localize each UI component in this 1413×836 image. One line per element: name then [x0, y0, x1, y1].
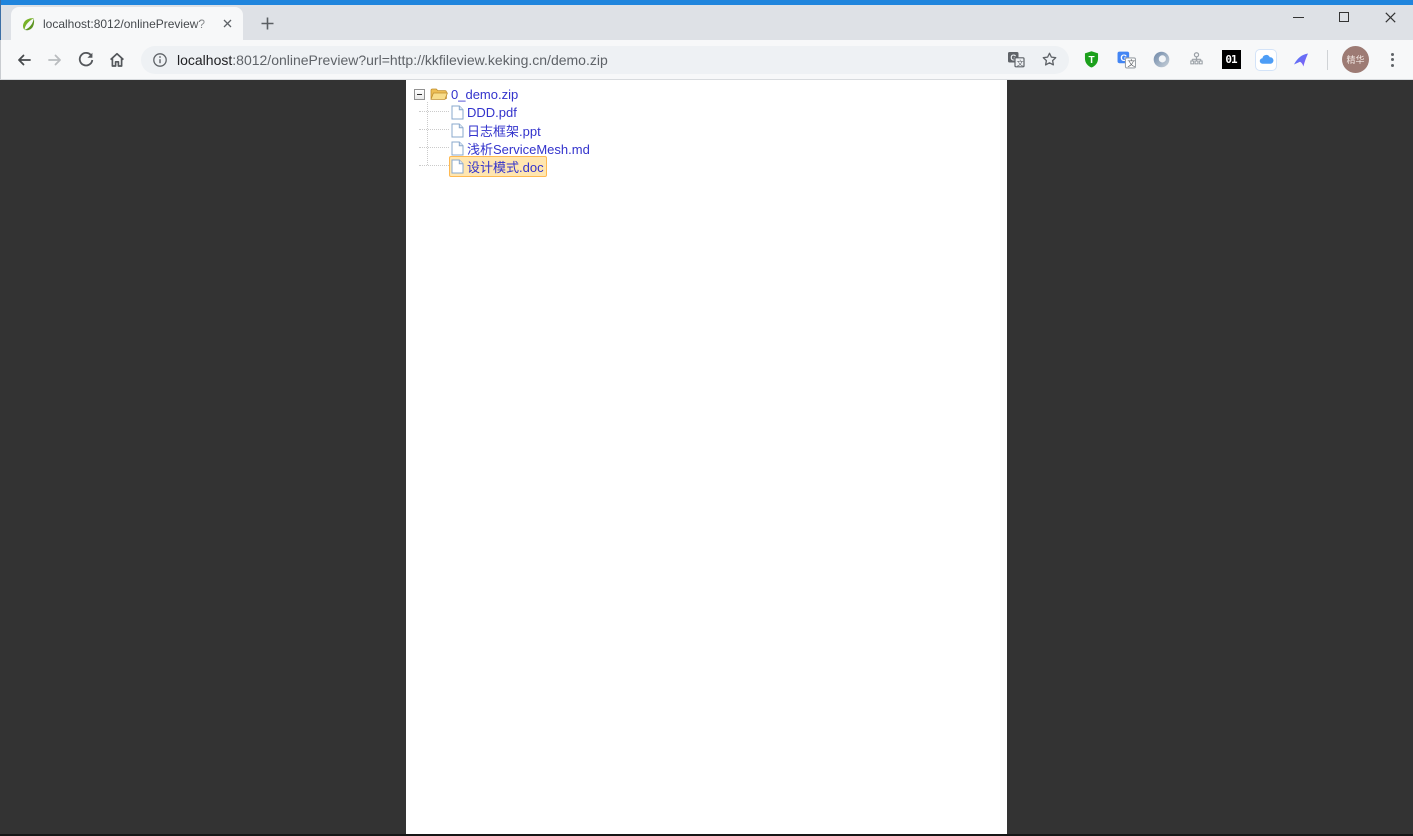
svg-text:文: 文 [1127, 58, 1135, 68]
page-info-button[interactable] [152, 52, 168, 68]
file-node-label: 浅析ServiceMesh.md [467, 139, 590, 158]
kebab-menu-icon[interactable] [1380, 53, 1404, 67]
preview-panel: 0_demo.zip DDD.pdf [406, 80, 1007, 836]
maximize-button[interactable] [1321, 0, 1367, 34]
root-node-label: 0_demo.zip [451, 87, 518, 102]
close-button[interactable] [1367, 0, 1413, 34]
tree-file-row: 设计模式.doc [419, 157, 1007, 175]
open-folder-icon [430, 87, 448, 101]
window-controls [1275, 0, 1413, 34]
tree-root-row: 0_demo.zip [414, 85, 1007, 103]
back-button[interactable] [8, 44, 39, 75]
maximize-icon [1339, 12, 1349, 22]
tree-node-file-4-selected[interactable]: 设计模式.doc [449, 156, 547, 177]
tree-file-row: DDD.pdf [419, 103, 1007, 121]
browser-window: localhost:8012/onlinePreview? [0, 0, 1413, 836]
translate-extension-button[interactable]: G 文 [1114, 48, 1138, 72]
spring-leaf-icon [20, 16, 36, 32]
shield-extension-button[interactable]: T [1079, 48, 1103, 72]
page-content: 0_demo.zip DDD.pdf [0, 80, 1413, 836]
sitemap-tree-icon [1188, 51, 1205, 68]
tree-file-row: 浅析ServiceMesh.md [419, 139, 1007, 157]
tree-node-root[interactable]: 0_demo.zip [428, 86, 521, 103]
bookmark-star-icon [1041, 51, 1058, 68]
tree-children: DDD.pdf 日志框架.ppt [419, 103, 1007, 175]
close-icon [1385, 12, 1396, 23]
file-icon [451, 123, 464, 138]
tab-close-icon[interactable] [219, 15, 236, 32]
tab-strip: localhost:8012/onlinePreview? [0, 0, 1413, 40]
browser-toolbar: localhost:8012/onlinePreview?url=http://… [0, 40, 1413, 80]
google-translate-icon: G 文 [1117, 50, 1136, 69]
translate-button[interactable]: G 文 [1007, 51, 1025, 69]
file-node-label: 设计模式.doc [467, 157, 544, 176]
tree-node-file-1[interactable]: DDD.pdf [449, 104, 520, 121]
binary-extension-button[interactable]: 01 [1219, 48, 1243, 72]
cloud-extension-button[interactable] [1254, 48, 1278, 72]
tab-title: localhost:8012/onlinePreview? [43, 17, 219, 31]
home-button[interactable] [101, 44, 132, 75]
bird-extension-button[interactable] [1289, 48, 1313, 72]
tree-file-row: 日志框架.ppt [419, 121, 1007, 139]
omnibox-actions: G 文 [1007, 51, 1058, 69]
window-accent-bar [1, 0, 1413, 5]
profile-avatar[interactable]: 精华 [1342, 46, 1369, 73]
tree-connector-line [427, 102, 428, 165]
url-host: localhost [177, 52, 232, 68]
info-icon [152, 52, 168, 68]
forward-button[interactable] [39, 44, 70, 75]
green-shield-t-icon: T [1082, 50, 1101, 69]
zip-file-tree: 0_demo.zip DDD.pdf [406, 80, 1007, 175]
minimize-button[interactable] [1275, 0, 1321, 34]
sitemap-extension-button[interactable] [1184, 48, 1208, 72]
extensions-area: T G 文 [1079, 46, 1406, 73]
svg-text:文: 文 [1017, 58, 1024, 67]
minimize-icon [1293, 17, 1304, 18]
svg-text:T: T [1088, 55, 1095, 66]
file-icon [451, 141, 464, 156]
url-text: localhost:8012/onlinePreview?url=http://… [177, 52, 997, 68]
forward-arrow-icon [46, 51, 64, 69]
translate-icon: G 文 [1007, 51, 1025, 69]
swirl-circle-icon [1152, 50, 1171, 69]
address-bar[interactable]: localhost:8012/onlinePreview?url=http://… [141, 46, 1069, 74]
bookmark-button[interactable] [1041, 51, 1058, 68]
reload-button[interactable] [70, 44, 101, 75]
home-icon [108, 51, 126, 69]
file-icon [451, 159, 464, 174]
file-node-label: 日志框架.ppt [467, 121, 541, 140]
blue-bird-icon [1291, 50, 1311, 70]
file-icon [451, 105, 464, 120]
new-tab-button[interactable] [253, 9, 281, 37]
toolbar-divider [1327, 50, 1328, 70]
url-rest: :8012/onlinePreview?url=http://kkfilevie… [232, 52, 607, 68]
blue-cloud-icon [1255, 49, 1277, 71]
browser-tab[interactable]: localhost:8012/onlinePreview? [11, 7, 243, 40]
file-node-label: DDD.pdf [467, 105, 517, 120]
proxy-extension-button[interactable] [1149, 48, 1173, 72]
reload-icon [77, 51, 95, 69]
black-01-icon: 01 [1222, 50, 1241, 69]
back-arrow-icon [15, 51, 33, 69]
collapse-toggle-icon[interactable] [414, 89, 425, 100]
